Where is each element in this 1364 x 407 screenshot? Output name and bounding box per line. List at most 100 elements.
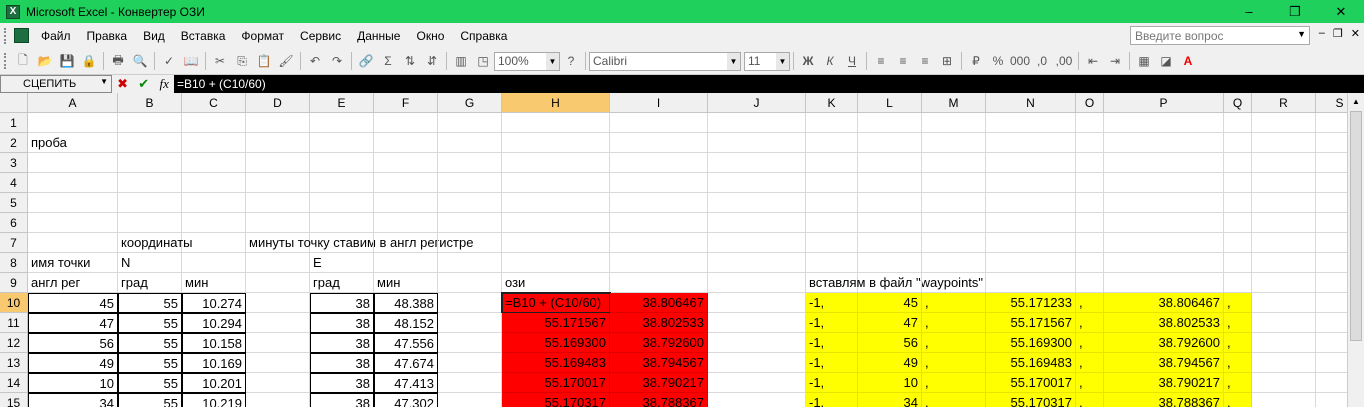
cell-r4[interactable]: [1252, 173, 1316, 193]
cell-f1[interactable]: [374, 113, 438, 133]
cell-d2[interactable]: [246, 133, 310, 153]
cell-q2[interactable]: [1224, 133, 1252, 153]
cell-c15[interactable]: 10.219: [182, 393, 246, 407]
cell-k3[interactable]: [806, 153, 858, 173]
cell-p11[interactable]: 38.802533: [1104, 313, 1224, 333]
cell-i7[interactable]: [610, 233, 708, 253]
cell-f12[interactable]: 47.556: [374, 333, 438, 353]
cell-e11[interactable]: 38: [310, 313, 374, 333]
cell-p8[interactable]: [1104, 253, 1224, 273]
cell-o14[interactable]: ,: [1076, 373, 1104, 393]
cell-a5[interactable]: [28, 193, 118, 213]
cell-m6[interactable]: [922, 213, 986, 233]
cell-c2[interactable]: [182, 133, 246, 153]
cell-b15[interactable]: 55: [118, 393, 182, 407]
cell-k8[interactable]: [806, 253, 858, 273]
cell-p3[interactable]: [1104, 153, 1224, 173]
cell-c14[interactable]: 10.201: [182, 373, 246, 393]
cell-q15[interactable]: ,: [1224, 393, 1252, 407]
cell-p7[interactable]: [1104, 233, 1224, 253]
cell-g11[interactable]: [438, 313, 502, 333]
cell-k10[interactable]: -1,: [806, 293, 858, 313]
cell-a6[interactable]: [28, 213, 118, 233]
cell-o4[interactable]: [1076, 173, 1104, 193]
cell-j14[interactable]: [708, 373, 806, 393]
cell-d4[interactable]: [246, 173, 310, 193]
column-header-d[interactable]: D: [246, 93, 310, 113]
cell-o11[interactable]: ,: [1076, 313, 1104, 333]
cell-a11[interactable]: 47: [28, 313, 118, 333]
cell-h12[interactable]: 55.169300: [502, 333, 610, 353]
help-icon[interactable]: ?: [562, 52, 580, 70]
doc-minimize-button[interactable]: –: [1319, 27, 1325, 40]
row-header-8[interactable]: 8: [0, 253, 28, 273]
toolbar-grip[interactable]: [4, 53, 8, 69]
cell-a12[interactable]: 56: [28, 333, 118, 353]
cell-a7[interactable]: [28, 233, 118, 253]
cell-j15[interactable]: [708, 393, 806, 407]
cell-c5[interactable]: [182, 193, 246, 213]
cell-g4[interactable]: [438, 173, 502, 193]
cell-n5[interactable]: [986, 193, 1076, 213]
cell-i14[interactable]: 38.790217: [610, 373, 708, 393]
redo-icon[interactable]: ↷: [328, 52, 346, 70]
cell-g7[interactable]: [438, 233, 502, 253]
font-color-icon[interactable]: A: [1179, 52, 1197, 70]
cell-c7[interactable]: [182, 233, 246, 253]
cell-m7[interactable]: [922, 233, 986, 253]
bold-icon[interactable]: Ж: [799, 52, 817, 70]
cell-h3[interactable]: [502, 153, 610, 173]
align-right-icon[interactable]: ≡: [916, 52, 934, 70]
cell-m5[interactable]: [922, 193, 986, 213]
cell-e15[interactable]: 38: [310, 393, 374, 407]
cell-m1[interactable]: [922, 113, 986, 133]
column-header-r[interactable]: R: [1252, 93, 1316, 113]
cell-i13[interactable]: 38.794567: [610, 353, 708, 373]
cell-n4[interactable]: [986, 173, 1076, 193]
align-left-icon[interactable]: ≡: [872, 52, 890, 70]
cut-icon[interactable]: ✂: [211, 52, 229, 70]
cell-c3[interactable]: [182, 153, 246, 173]
cell-g9[interactable]: [438, 273, 502, 293]
cell-n8[interactable]: [986, 253, 1076, 273]
cell-o8[interactable]: [1076, 253, 1104, 273]
undo-icon[interactable]: ↶: [306, 52, 324, 70]
font-size-select[interactable]: 11 ▼: [744, 51, 790, 71]
cell-l11[interactable]: 47: [858, 313, 922, 333]
cell-n15[interactable]: 55.170317: [986, 393, 1076, 407]
cell-k11[interactable]: -1,: [806, 313, 858, 333]
cell-j6[interactable]: [708, 213, 806, 233]
cell-k5[interactable]: [806, 193, 858, 213]
cell-c1[interactable]: [182, 113, 246, 133]
cell-e9[interactable]: град: [310, 273, 374, 293]
row-header-10[interactable]: 10: [0, 293, 28, 313]
column-header-h[interactable]: H: [502, 93, 610, 113]
cell-n14[interactable]: 55.170017: [986, 373, 1076, 393]
format-painter-icon[interactable]: 🖌: [277, 52, 295, 70]
column-header-a[interactable]: A: [28, 93, 118, 113]
cell-r3[interactable]: [1252, 153, 1316, 173]
cell-r12[interactable]: [1252, 333, 1316, 353]
cell-i10[interactable]: 38.806467: [610, 293, 708, 313]
cell-o2[interactable]: [1076, 133, 1104, 153]
cell-n2[interactable]: [986, 133, 1076, 153]
cell-i12[interactable]: 38.792600: [610, 333, 708, 353]
cell-b2[interactable]: [118, 133, 182, 153]
cell-r13[interactable]: [1252, 353, 1316, 373]
cell-f13[interactable]: 47.674: [374, 353, 438, 373]
cell-e6[interactable]: [310, 213, 374, 233]
cell-k1[interactable]: [806, 113, 858, 133]
cell-h14[interactable]: 55.170017: [502, 373, 610, 393]
cell-g6[interactable]: [438, 213, 502, 233]
column-header-f[interactable]: F: [374, 93, 438, 113]
chart-wizard-icon[interactable]: ▥: [452, 52, 470, 70]
cell-c4[interactable]: [182, 173, 246, 193]
cell-e1[interactable]: [310, 113, 374, 133]
underline-icon[interactable]: Ч: [843, 52, 861, 70]
cell-d6[interactable]: [246, 213, 310, 233]
cell-e2[interactable]: [310, 133, 374, 153]
cell-n10[interactable]: 55.171233: [986, 293, 1076, 313]
cell-i5[interactable]: [610, 193, 708, 213]
paste-icon[interactable]: 📋: [255, 52, 273, 70]
cell-l2[interactable]: [858, 133, 922, 153]
